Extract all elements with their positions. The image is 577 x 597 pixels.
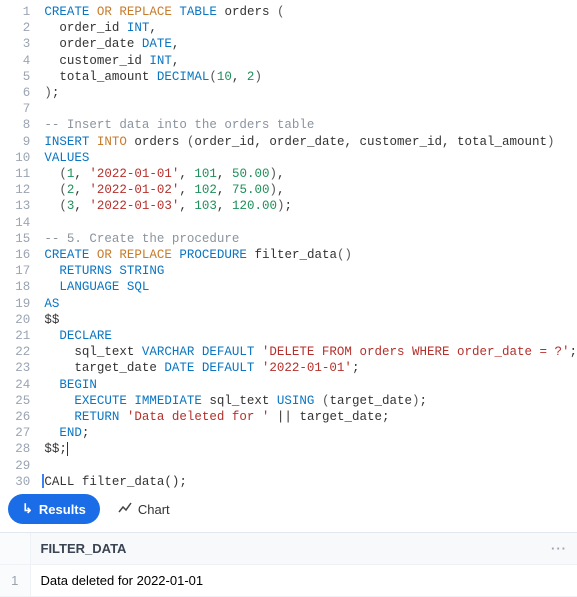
code-line[interactable]: ); xyxy=(44,85,577,101)
code-line[interactable] xyxy=(44,458,577,474)
chart-button[interactable]: Chart xyxy=(118,501,170,518)
chart-button-label: Chart xyxy=(138,502,170,517)
column-header[interactable]: FILTER_DATA ··· xyxy=(30,533,577,565)
column-menu-icon[interactable]: ··· xyxy=(551,541,567,556)
code-line[interactable]: EXECUTE IMMEDIATE sql_text USING (target… xyxy=(44,393,577,409)
code-line[interactable]: customer_id INT, xyxy=(44,53,577,69)
code-line[interactable]: END; xyxy=(44,425,577,441)
row-number-cell: 1 xyxy=(0,565,30,597)
table-cell[interactable]: Data deleted for 2022-01-01 xyxy=(30,565,577,597)
code-line[interactable]: DECLARE xyxy=(44,328,577,344)
line-number-gutter: 1234567891011121314151617181920212223242… xyxy=(0,0,44,488)
code-line[interactable]: (1, '2022-01-01', 101, 50.00), xyxy=(44,166,577,182)
code-line[interactable]: BEGIN xyxy=(44,377,577,393)
code-line[interactable]: AS xyxy=(44,296,577,312)
code-line[interactable]: LANGUAGE SQL xyxy=(44,279,577,295)
code-line[interactable]: $$; xyxy=(44,441,577,457)
code-line[interactable]: (3, '2022-01-03', 103, 120.00); xyxy=(44,198,577,214)
column-header-label: FILTER_DATA xyxy=(41,541,127,556)
code-line[interactable]: INSERT INTO orders (order_id, order_date… xyxy=(44,134,577,150)
code-area[interactable]: CREATE OR REPLACE TABLE orders ( order_i… xyxy=(44,0,577,488)
code-line[interactable]: -- 5. Create the procedure xyxy=(44,231,577,247)
chart-icon xyxy=(118,501,132,518)
code-line[interactable]: CREATE OR REPLACE PROCEDURE filter_data(… xyxy=(44,247,577,263)
code-line[interactable]: RETURNS STRING xyxy=(44,263,577,279)
results-toolbar: ↳ Results Chart xyxy=(0,488,577,533)
code-line[interactable]: target_date DATE DEFAULT '2022-01-01'; xyxy=(44,360,577,376)
code-line[interactable]: $$ xyxy=(44,312,577,328)
code-line[interactable]: CALL filter_data(); xyxy=(42,474,577,488)
code-line[interactable]: RETURN 'Data deleted for ' || target_dat… xyxy=(44,409,577,425)
code-line[interactable]: order_date DATE, xyxy=(44,36,577,52)
results-arrow-icon: ↳ xyxy=(22,501,33,517)
results-button[interactable]: ↳ Results xyxy=(8,494,100,524)
table-row[interactable]: 1Data deleted for 2022-01-01 xyxy=(0,565,577,597)
code-line[interactable]: total_amount DECIMAL(10, 2) xyxy=(44,69,577,85)
code-line[interactable] xyxy=(44,215,577,231)
table-body: 1Data deleted for 2022-01-01 xyxy=(0,565,577,597)
code-line[interactable] xyxy=(44,101,577,117)
results-table: FILTER_DATA ··· 1Data deleted for 2022-0… xyxy=(0,533,577,597)
results-button-label: Results xyxy=(39,502,86,517)
code-editor[interactable]: 1234567891011121314151617181920212223242… xyxy=(0,0,577,488)
code-line[interactable]: (2, '2022-01-02', 102, 75.00), xyxy=(44,182,577,198)
code-line[interactable]: -- Insert data into the orders table xyxy=(44,117,577,133)
row-number-header xyxy=(0,533,30,565)
table-header-row: FILTER_DATA ··· xyxy=(0,533,577,565)
code-line[interactable]: CREATE OR REPLACE TABLE orders ( xyxy=(44,4,577,20)
code-line[interactable]: VALUES xyxy=(44,150,577,166)
code-line[interactable]: sql_text VARCHAR DEFAULT 'DELETE FROM or… xyxy=(44,344,577,360)
code-line[interactable]: order_id INT, xyxy=(44,20,577,36)
